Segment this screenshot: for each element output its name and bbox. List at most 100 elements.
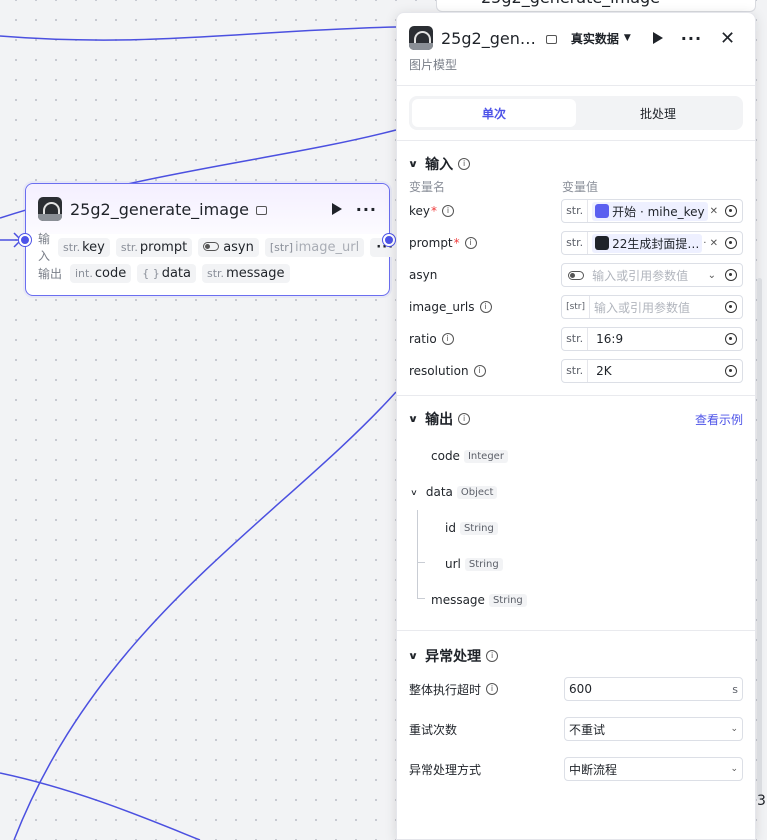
output-field-message: message String <box>397 582 755 618</box>
node-input-chip: str. prompt <box>115 237 193 257</box>
ratio-value-field[interactable]: str. 16:9 <box>561 327 743 351</box>
output-section-header[interactable]: ∨ 输出 i 查看示例 <box>397 406 755 432</box>
boolean-icon <box>568 270 585 280</box>
variable-ref-icon[interactable] <box>725 269 737 281</box>
chevron-down-icon: ⌄ <box>730 724 738 734</box>
chevron-down-icon: ∨ <box>407 413 419 425</box>
node-output-chip: { } data <box>137 263 196 283</box>
output-tree: code Integer ∨ data Object id String url Stri… <box>397 438 755 618</box>
resolution-value-field[interactable]: str. 2K <box>561 359 743 383</box>
variable-ref-icon[interactable] <box>725 205 737 217</box>
output-field-code: code Integer <box>397 438 755 474</box>
info-icon: i <box>486 683 499 695</box>
key-value-field[interactable]: str. 开始 · mihe_key ✕ <box>561 199 743 223</box>
timeout-input[interactable]: 600 s <box>564 677 743 701</box>
boolean-icon <box>203 241 220 251</box>
input-row-ratio: ratio i str. 16:9 <box>397 323 755 355</box>
input-section: ∨ 输入 i 变量名 变量值 key * i str. 开始 · mihe_key … <box>397 151 755 387</box>
chevron-down-icon: ⌄ <box>707 269 716 281</box>
chevron-down-icon: ∨ <box>407 158 419 170</box>
offscreen-label: 3 <box>757 793 766 809</box>
tab-single[interactable]: 单次 <box>412 99 576 127</box>
caret-down-icon: ▼ <box>623 33 631 43</box>
info-icon: i <box>458 158 471 170</box>
error-handling-section: ∨ 异常处理 i 整体执行超时 i 600 s 重试次数 不重试 ⌄ 异常处理方式… <box>397 643 755 789</box>
output-section: ∨ 输出 i 查看示例 code Integer ∨ data Object id St… <box>397 406 755 618</box>
reference-chip: 22生成封面提… <box>592 233 703 253</box>
background-node-title: 25g2_generate_image <box>481 0 660 7</box>
clear-reference-icon[interactable]: ✕ <box>710 206 718 217</box>
node-output-chip: int. code <box>70 263 132 283</box>
input-row-image-urls: image_urls i [str] 输入或引用参数值 <box>397 291 755 323</box>
timeout-row: 整体执行超时 i 600 s <box>397 669 755 709</box>
error-mode-select[interactable]: 中断流程 ⌄ <box>564 757 743 781</box>
chevron-down-icon: ⌄ <box>730 764 738 774</box>
divider <box>397 395 755 396</box>
chevron-down-icon[interactable]: ∨ <box>410 488 418 497</box>
error-section-header[interactable]: ∨ 异常处理 i <box>397 643 755 669</box>
clear-reference-icon[interactable]: · ✕ <box>703 238 718 249</box>
node-more-icon[interactable]: ··· <box>356 200 377 219</box>
input-row-resolution: resolution i str. 2K <box>397 355 755 387</box>
prompt-value-field[interactable]: str. 22生成封面提… · ✕ <box>561 231 743 255</box>
node-input-label: 输入 <box>38 232 51 263</box>
node-output-chip: str. message <box>202 263 290 283</box>
divider <box>397 140 755 141</box>
image-urls-value-field[interactable]: [str] 输入或引用参数值 <box>561 295 743 319</box>
model-icon <box>545 34 557 44</box>
panel-subtitle: 图片模型 <box>409 58 458 72</box>
panel-scrollbar[interactable] <box>757 278 762 800</box>
node-run-icon[interactable] <box>331 203 342 215</box>
input-row-prompt: prompt * i str. 22生成封面提… · ✕ <box>397 227 755 259</box>
background-node-card: 25g2_generate_image <box>436 0 756 12</box>
variable-ref-icon[interactable] <box>725 301 737 313</box>
tab-batch[interactable]: 批处理 <box>576 99 740 127</box>
workflow-node[interactable]: 25g2_generate_image ··· 输入 str. key str. p… <box>25 183 401 296</box>
llm-node-icon <box>595 236 610 250</box>
info-icon: i <box>441 333 454 345</box>
node-inputs-row: 输入 str. key str. prompt asyn [str] image_ur… <box>26 232 401 263</box>
node-input-port[interactable] <box>19 234 31 246</box>
divider <box>397 85 755 86</box>
plugin-avatar-icon <box>409 26 433 50</box>
close-icon[interactable]: ✕ <box>720 28 735 49</box>
panel-more-icon[interactable]: ··· <box>681 29 702 48</box>
input-row-key: key * i str. 开始 · mihe_key ✕ <box>397 195 755 227</box>
node-output-port[interactable] <box>383 234 395 246</box>
retry-select[interactable]: 不重试 ⌄ <box>564 717 743 741</box>
info-icon: i <box>442 205 455 217</box>
output-field-url: url String <box>397 546 755 582</box>
input-row-asyn: asyn 输入或引用参数值 ⌄ <box>397 259 755 291</box>
variable-ref-icon[interactable] <box>725 365 737 377</box>
node-config-panel: 25g2_gen… 真实数据 ▼ ··· ✕ 图片模型 单次 批处理 ∨ 输入 i… <box>396 12 756 840</box>
error-mode-row: 异常处理方式 中断流程 ⌄ <box>397 749 755 789</box>
node-outputs-row: 输出 int. code { } data str. message <box>26 260 389 286</box>
plugin-avatar-icon <box>38 197 62 221</box>
chevron-down-icon: ∨ <box>407 650 419 662</box>
panel-title: 25g2_gen… <box>441 28 536 48</box>
reference-chip: 开始 · mihe_key <box>592 201 708 221</box>
run-mode-tabs: 单次 批处理 <box>409 96 743 130</box>
input-section-header[interactable]: ∨ 输入 i <box>397 151 755 177</box>
variable-ref-icon[interactable] <box>725 333 737 345</box>
panel-run-icon[interactable] <box>652 32 663 44</box>
node-header: 25g2_generate_image ··· <box>26 184 389 234</box>
info-icon: i <box>464 237 477 249</box>
info-icon: i <box>458 413 471 425</box>
start-node-icon <box>595 204 610 218</box>
model-icon <box>256 205 268 215</box>
info-icon: i <box>479 301 492 313</box>
info-icon: i <box>486 650 499 662</box>
asyn-value-field[interactable]: 输入或引用参数值 ⌄ <box>561 263 743 287</box>
node-title: 25g2_generate_image <box>70 199 250 219</box>
input-column-headers: 变量名 变量值 <box>409 179 599 194</box>
node-input-chip: [str] image_url <box>264 237 365 257</box>
data-source-dropdown[interactable]: 真实数据 ▼ <box>571 30 631 47</box>
output-field-id: id String <box>397 510 755 546</box>
retry-row: 重试次数 不重试 ⌄ <box>397 709 755 749</box>
variable-ref-icon[interactable] <box>725 237 737 249</box>
node-input-chip: asyn <box>198 237 259 257</box>
view-example-link[interactable]: 查看示例 <box>695 411 743 428</box>
info-icon: i <box>473 365 486 377</box>
divider <box>397 630 755 631</box>
